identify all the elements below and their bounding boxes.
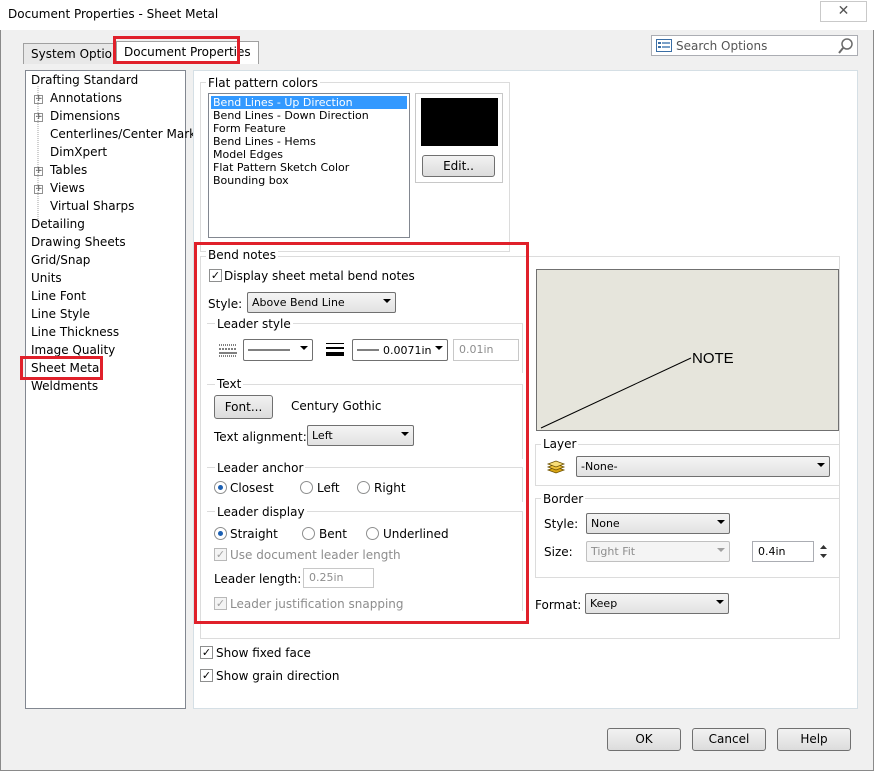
- border-size-spin-value: 0.4in: [758, 545, 786, 558]
- highlight-document-properties-tab: [113, 36, 240, 64]
- title-bar: Document Properties - Sheet Metal ✕: [0, 0, 874, 30]
- tree-item-virtual-sharps[interactable]: Virtual Sharps: [50, 199, 134, 213]
- search-icon[interactable]: [838, 38, 854, 54]
- close-button[interactable]: ✕: [820, 1, 867, 22]
- tree-item-annotations[interactable]: Annotations: [50, 91, 122, 105]
- list-item[interactable]: Bend Lines - Hems: [211, 135, 318, 148]
- show-fixed-face-checkbox[interactable]: ✓: [200, 646, 213, 659]
- border-style-dropdown[interactable]: None: [586, 513, 730, 534]
- list-item[interactable]: Model Edges: [211, 148, 285, 161]
- format-dropdown[interactable]: Keep: [585, 593, 729, 614]
- list-item[interactable]: Bend Lines - Up Direction: [211, 96, 407, 109]
- flat-pattern-title: Flat pattern colors: [206, 76, 320, 90]
- ok-button[interactable]: OK: [607, 728, 681, 751]
- show-grain-direction-label: Show grain direction: [216, 669, 340, 683]
- search-placeholder: Search Options: [676, 39, 768, 53]
- border-size-label: Size:: [544, 545, 573, 559]
- close-icon: ✕: [837, 3, 850, 19]
- edit-color-button[interactable]: Edit..: [422, 155, 495, 177]
- border-style-value: None: [591, 517, 620, 530]
- layers-icon: [546, 460, 566, 474]
- tree-item-image-quality[interactable]: Image Quality: [31, 343, 115, 357]
- tree-item-line-style[interactable]: Line Style: [31, 307, 90, 321]
- highlight-bend-notes: [194, 242, 529, 624]
- flat-pattern-color-list[interactable]: Bend Lines - Up Direction Bend Lines - D…: [208, 93, 410, 238]
- tree-item-drawing-sheets[interactable]: Drawing Sheets: [31, 235, 126, 249]
- cancel-button[interactable]: Cancel: [692, 728, 766, 751]
- spin-arrows-icon: [820, 545, 827, 558]
- tree-item-centerlines[interactable]: Centerlines/Center Marks: [50, 127, 202, 141]
- tree-item-dimxpert[interactable]: DimXpert: [50, 145, 107, 159]
- layer-title: Layer: [541, 437, 579, 451]
- list-item[interactable]: Flat Pattern Sketch Color: [211, 161, 351, 174]
- tree-lines: [37, 86, 39, 219]
- tree-item-grid-snap[interactable]: Grid/Snap: [31, 253, 90, 267]
- border-size-spin-field[interactable]: 0.4in: [752, 541, 814, 562]
- list-item[interactable]: Bend Lines - Down Direction: [211, 109, 371, 122]
- show-fixed-face-label: Show fixed face: [216, 646, 311, 660]
- options-tree: Drafting Standard + Annotations + Dimens…: [25, 70, 202, 709]
- tree-item-views[interactable]: Views: [50, 181, 85, 195]
- border-style-label: Style:: [544, 517, 579, 531]
- color-swatch: [421, 98, 498, 146]
- list-item[interactable]: Bounding box: [211, 174, 291, 187]
- border-size-dropdown[interactable]: Tight Fit: [586, 541, 730, 562]
- list-item[interactable]: Form Feature: [211, 122, 288, 135]
- format-label: Format:: [535, 598, 582, 612]
- help-button[interactable]: Help: [777, 728, 851, 751]
- chevron-down-icon: [817, 463, 825, 467]
- leader-line-preview: [540, 357, 692, 429]
- tab-system-options-label: System Options: [31, 47, 126, 61]
- note-preview: NOTE: [536, 269, 839, 431]
- tree-item-dimensions[interactable]: Dimensions: [50, 109, 120, 123]
- chevron-down-icon: [717, 548, 725, 552]
- highlight-sheet-metal: [20, 356, 103, 380]
- border-size-value: Tight Fit: [591, 545, 636, 558]
- window-title: Document Properties - Sheet Metal: [8, 7, 219, 21]
- layer-dropdown[interactable]: -None-: [576, 456, 830, 477]
- chevron-down-icon: [717, 520, 725, 524]
- tree-item-line-thickness[interactable]: Line Thickness: [31, 325, 119, 339]
- tree-item-weldments[interactable]: Weldments: [31, 379, 98, 393]
- preview-note-text: NOTE: [692, 350, 734, 367]
- search-input[interactable]: Search Options: [651, 35, 858, 56]
- tree-item-tables[interactable]: Tables: [50, 163, 87, 177]
- border-title: Border: [541, 492, 586, 506]
- tree-item-line-font[interactable]: Line Font: [31, 289, 86, 303]
- tree-item-drafting-standard[interactable]: Drafting Standard: [31, 73, 138, 87]
- layer-value: -None-: [581, 460, 618, 473]
- spin-buttons[interactable]: [816, 541, 831, 562]
- show-grain-direction-checkbox[interactable]: ✓: [200, 669, 213, 682]
- border-group: [535, 498, 840, 578]
- tree-item-units[interactable]: Units: [31, 271, 62, 285]
- format-value: Keep: [590, 597, 618, 610]
- chevron-down-icon: [716, 600, 724, 604]
- options-list-icon: [656, 39, 672, 52]
